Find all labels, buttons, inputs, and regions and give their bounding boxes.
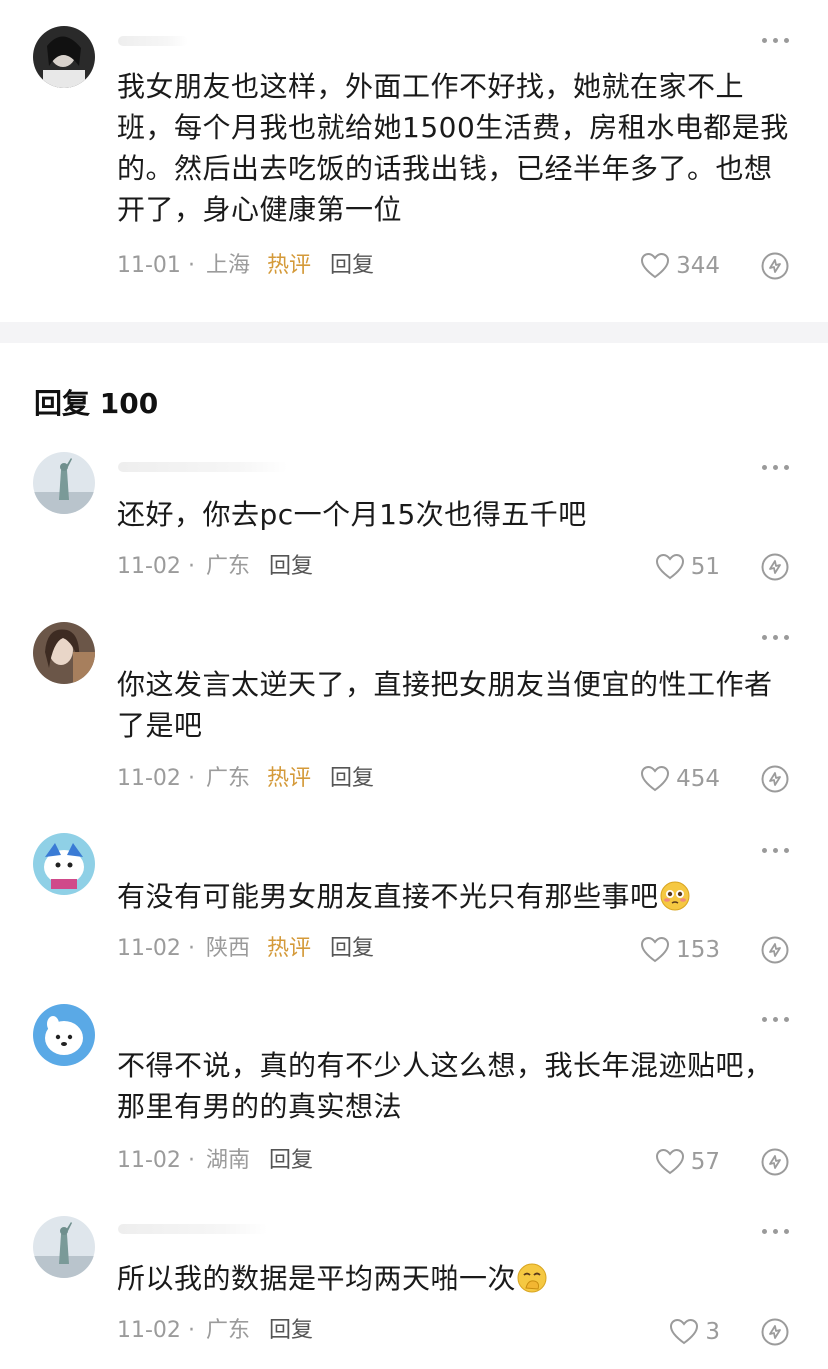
comment-meta: 11-02 · 陕西 热评 回复 bbox=[117, 933, 374, 965]
meta-separator: · bbox=[187, 1318, 195, 1343]
comment-date: 11-02 bbox=[117, 936, 181, 961]
hot-badge: 热评 bbox=[266, 253, 311, 278]
heart-icon bbox=[655, 1148, 684, 1175]
comment-meta: 11-02 · 广东 回复 bbox=[117, 1315, 313, 1347]
reply-button[interactable]: 回复 bbox=[269, 554, 313, 579]
comment-text-content: 有没有可能男女朋友直接不光只有那些事吧 bbox=[117, 880, 659, 913]
avatar[interactable] bbox=[33, 26, 95, 88]
comment-meta: 11-02 · 湖南 回复 bbox=[117, 1145, 313, 1177]
heart-icon bbox=[641, 765, 670, 792]
like-button[interactable]: 57 bbox=[655, 1146, 720, 1178]
comment-meta: 11-01 · 上海 热评 回复 bbox=[117, 250, 374, 282]
more-icon[interactable] bbox=[762, 632, 790, 642]
avatar[interactable] bbox=[33, 452, 95, 514]
comment-meta: 11-02 · 广东 热评 回复 bbox=[117, 763, 374, 795]
comment-date: 11-02 bbox=[117, 766, 181, 791]
comment-date: 11-02 bbox=[117, 1148, 181, 1173]
username-redacted bbox=[118, 462, 288, 472]
like-button[interactable]: 344 bbox=[640, 250, 720, 282]
more-icon[interactable] bbox=[762, 1226, 790, 1236]
like-count: 153 bbox=[676, 937, 720, 963]
comment-text: 还好，你去pc一个月15次也得五千吧 bbox=[117, 498, 587, 531]
comment-text: 有没有可能男女朋友直接不光只有那些事吧 bbox=[117, 876, 797, 917]
like-button[interactable]: 51 bbox=[655, 551, 720, 583]
comment-location: 广东 bbox=[205, 554, 250, 579]
flushed-face-emoji-icon bbox=[660, 881, 690, 911]
meta-separator: · bbox=[187, 253, 195, 278]
reply-button[interactable]: 回复 bbox=[269, 1318, 313, 1343]
like-button[interactable]: 3 bbox=[669, 1316, 720, 1348]
replies-header: 回复 100 bbox=[34, 387, 159, 420]
comment-location: 上海 bbox=[205, 253, 250, 278]
like-count: 3 bbox=[705, 1319, 720, 1345]
comment-text: 你这发言太逆天了，直接把女朋友当便宜的性工作者了是吧 bbox=[117, 668, 773, 742]
hand-over-mouth-emoji-icon bbox=[517, 1263, 547, 1293]
comment-location: 陕西 bbox=[205, 936, 250, 961]
meta-separator: · bbox=[187, 766, 195, 791]
like-count: 57 bbox=[690, 1149, 720, 1175]
reply-button[interactable]: 回复 bbox=[330, 766, 374, 791]
comment-meta: 11-02 · 广东 回复 bbox=[117, 551, 313, 583]
section-divider bbox=[0, 322, 828, 343]
more-icon[interactable] bbox=[762, 35, 790, 45]
comment-text: 不得不说，真的有不少人这么想，我长年混迹贴吧，那里有男的的真实想法 bbox=[117, 1049, 773, 1123]
reply-button[interactable]: 回复 bbox=[330, 936, 374, 961]
comment-date: 11-01 bbox=[117, 253, 181, 278]
heart-icon bbox=[641, 936, 670, 963]
avatar[interactable] bbox=[33, 1216, 95, 1278]
share-icon[interactable] bbox=[760, 251, 790, 281]
meta-separator: · bbox=[187, 1148, 195, 1173]
username-redacted bbox=[118, 1224, 268, 1234]
comment-location: 广东 bbox=[205, 766, 250, 791]
reply-button[interactable]: 回复 bbox=[330, 253, 374, 278]
share-icon[interactable] bbox=[760, 935, 790, 965]
like-count: 51 bbox=[690, 554, 720, 580]
username-redacted bbox=[118, 36, 188, 46]
comment-date: 11-02 bbox=[117, 1318, 181, 1343]
avatar[interactable] bbox=[33, 622, 95, 684]
more-icon[interactable] bbox=[762, 845, 790, 855]
hot-badge: 热评 bbox=[266, 766, 311, 791]
more-icon[interactable] bbox=[762, 1014, 790, 1024]
heart-icon bbox=[641, 252, 670, 279]
comment-text: 所以我的数据是平均两天啪一次 bbox=[117, 1258, 797, 1299]
like-count: 344 bbox=[676, 253, 720, 279]
avatar[interactable] bbox=[33, 1004, 95, 1066]
share-icon[interactable] bbox=[760, 764, 790, 794]
comment-date: 11-02 bbox=[117, 554, 181, 579]
heart-icon bbox=[655, 553, 684, 580]
more-icon[interactable] bbox=[762, 462, 790, 472]
like-button[interactable]: 454 bbox=[640, 763, 720, 795]
meta-separator: · bbox=[187, 936, 195, 961]
like-count: 454 bbox=[676, 766, 720, 792]
meta-separator: · bbox=[187, 554, 195, 579]
like-button[interactable]: 153 bbox=[640, 934, 720, 966]
comment-text: 我女朋友也这样，外面工作不好找，她就在家不上班，每个月我也就给她1500生活费，… bbox=[117, 70, 789, 226]
share-icon[interactable] bbox=[760, 552, 790, 582]
reply-button[interactable]: 回复 bbox=[269, 1148, 313, 1173]
hot-badge: 热评 bbox=[266, 936, 311, 961]
comment-location: 广东 bbox=[205, 1318, 250, 1343]
comment-text-content: 所以我的数据是平均两天啪一次 bbox=[117, 1262, 517, 1295]
share-icon[interactable] bbox=[760, 1147, 790, 1177]
avatar[interactable] bbox=[33, 833, 95, 895]
heart-icon bbox=[670, 1318, 699, 1345]
share-icon[interactable] bbox=[760, 1317, 790, 1347]
comment-location: 湖南 bbox=[205, 1148, 250, 1173]
